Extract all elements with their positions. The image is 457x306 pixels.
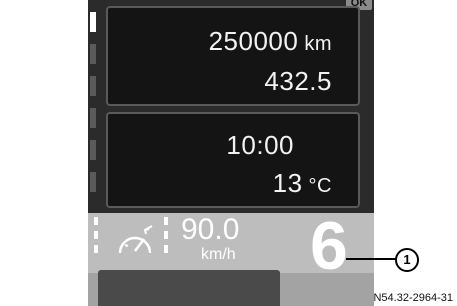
clock-temperature-panel: 10:00 13 °C (106, 112, 360, 208)
outside-temperature: 13 °C (273, 168, 332, 199)
level-segment (90, 76, 96, 96)
total-distance-unit: km (304, 33, 332, 55)
trip-distance-value: 432.5 (264, 66, 332, 96)
strip-dash (164, 217, 168, 225)
strip-dash (94, 231, 98, 239)
speedometer-icon (118, 225, 153, 254)
speed-limit-value: 90.0 (181, 213, 240, 246)
instrument-cluster-display: OK 250000 km 432.5 10:00 13 °C 90.0 km/h… (88, 0, 374, 306)
trip-distance: 432.5 (264, 66, 332, 97)
speed-limiter-strip: 90.0 km/h 6 (88, 208, 374, 284)
strip-dash (164, 231, 168, 239)
temperature-value: 13 (272, 168, 303, 198)
clock-time: 10:00 (226, 130, 294, 160)
callout-leader-line (346, 258, 396, 260)
level-segment (90, 172, 96, 192)
temperature-unit: °C (308, 175, 332, 197)
figure-code: N54.32-2964-31 (373, 292, 453, 304)
total-distance: 250000 km (209, 26, 332, 57)
strip-dash (164, 245, 168, 253)
odometer-panel: 250000 km 432.5 (106, 6, 360, 106)
strip-dash (94, 217, 98, 225)
clock: 10:00 (226, 130, 294, 161)
lower-display-box (98, 270, 280, 306)
callout-marker: 1 (395, 248, 419, 272)
speed-limit-unit: km/h (201, 246, 236, 263)
level-segment (90, 140, 96, 160)
strip-dash (94, 245, 98, 253)
level-segment (90, 44, 96, 64)
level-segment (90, 12, 96, 32)
total-distance-value: 250000 (208, 26, 299, 56)
level-segment (90, 108, 96, 128)
